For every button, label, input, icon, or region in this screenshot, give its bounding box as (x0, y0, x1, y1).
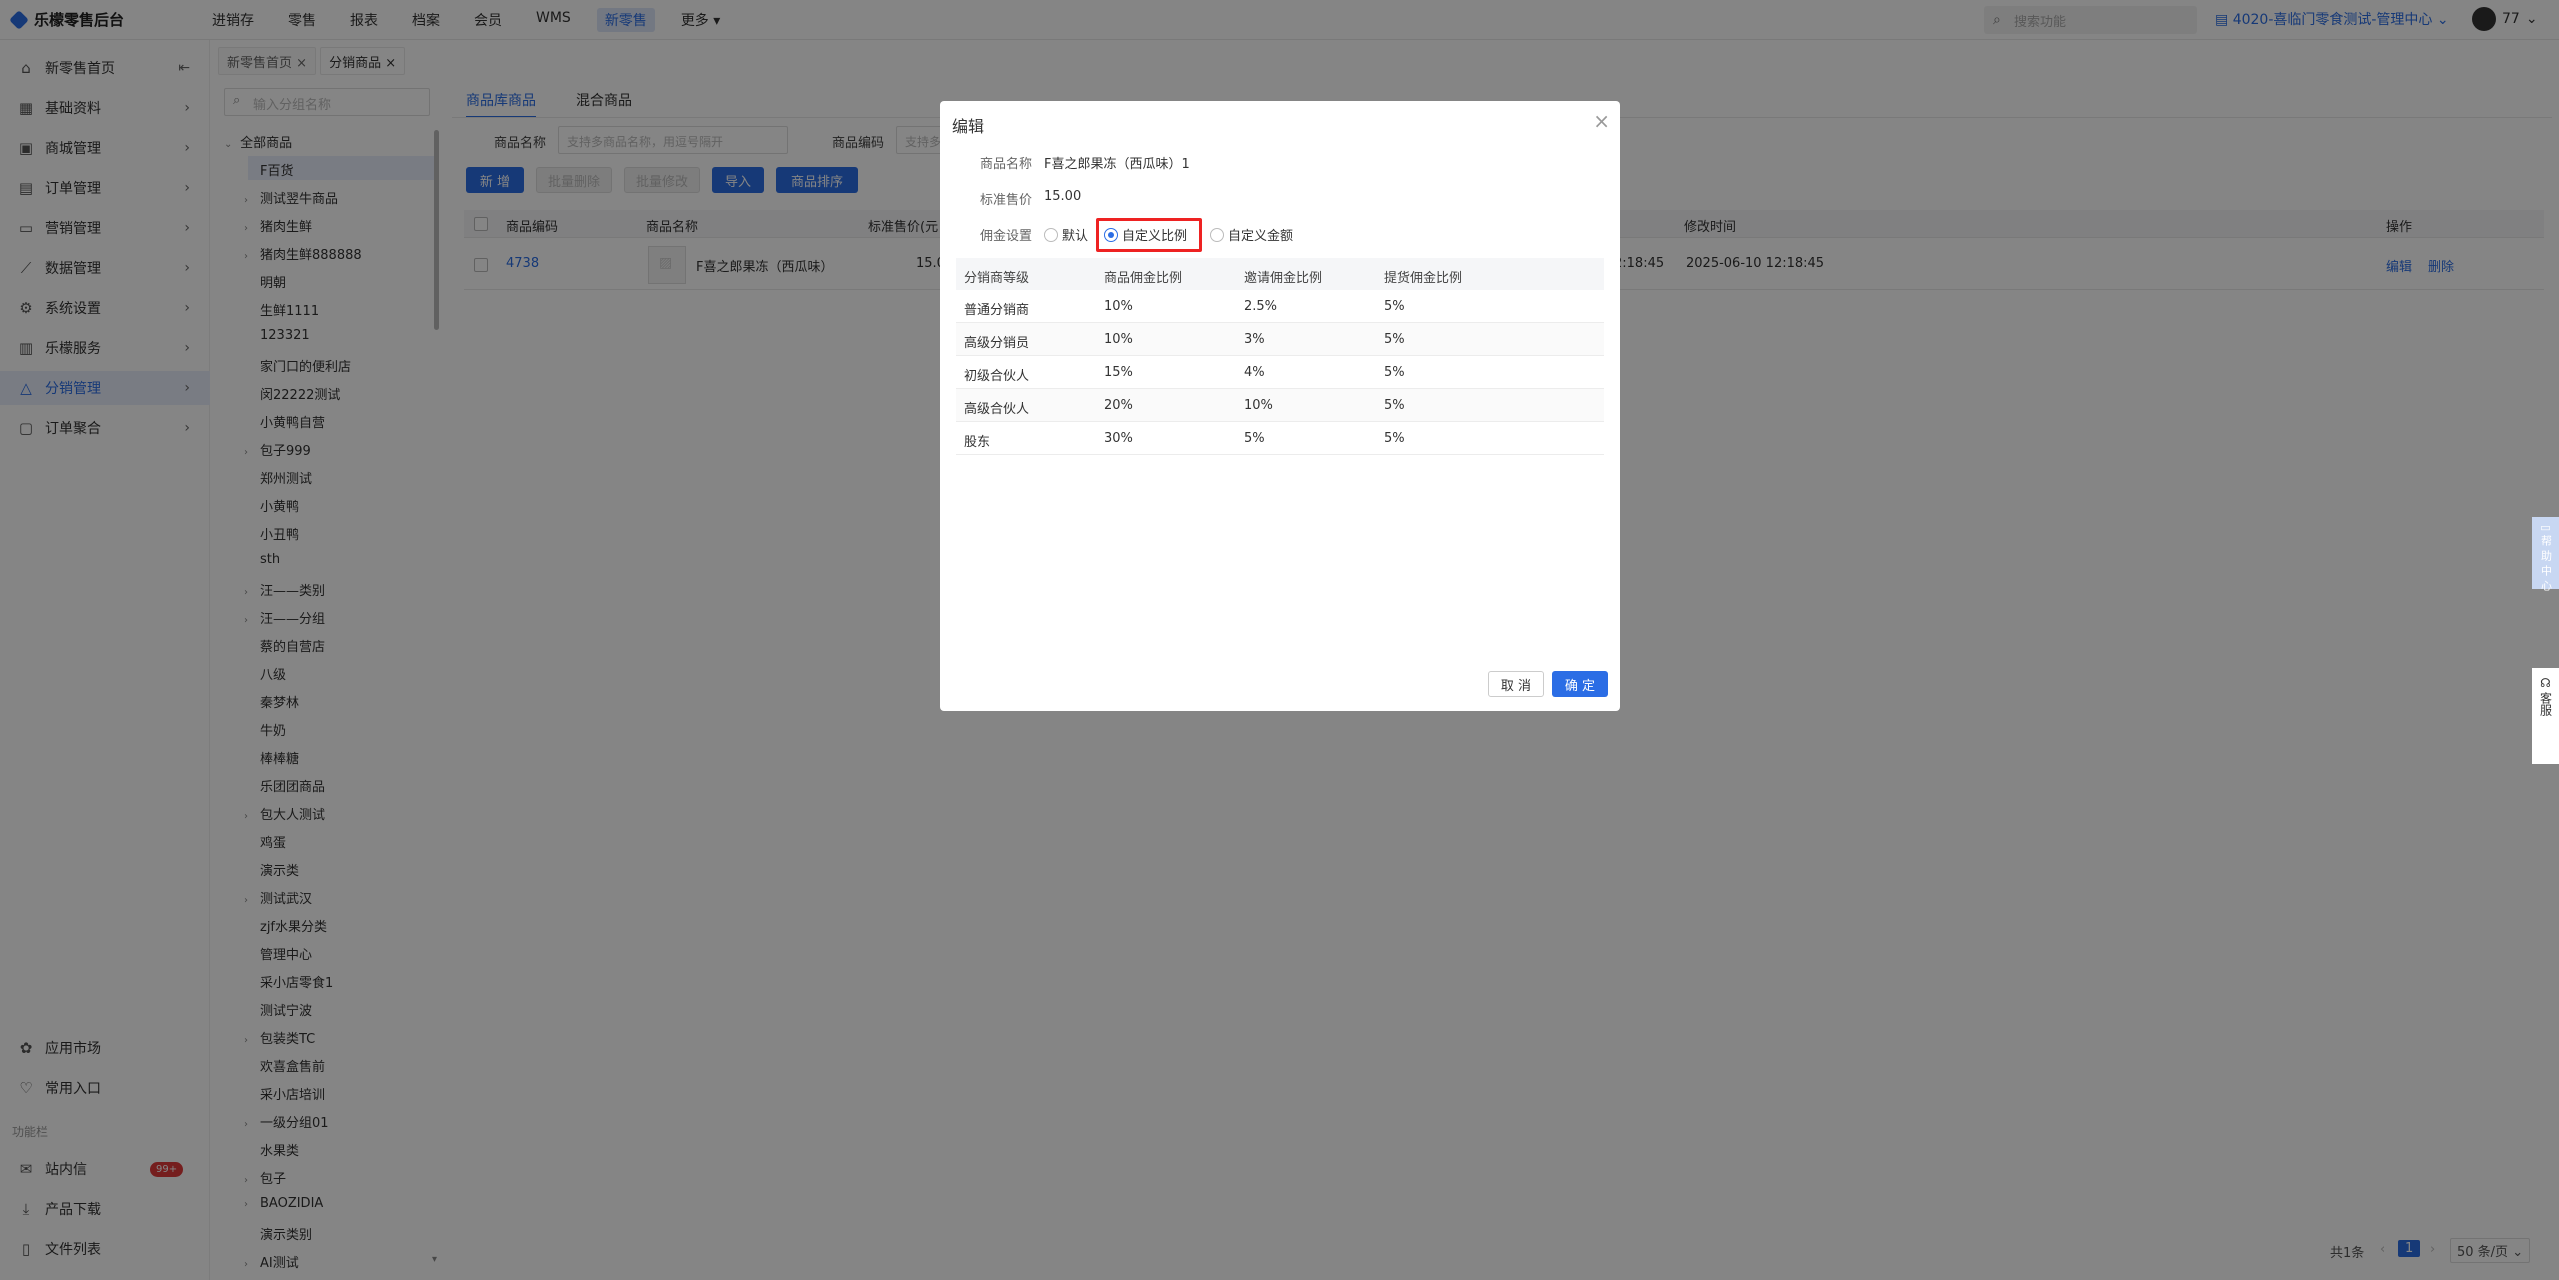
cell-level: 高级合伙人 (964, 402, 1030, 417)
radio-circle (1210, 227, 1224, 242)
col-invite-commission: 邀请佣金比例 (1244, 271, 1323, 286)
product-name-label: 商品名称 (980, 157, 1033, 172)
cell-goods-commission: 10% (1104, 332, 1133, 347)
customer-service-button[interactable]: ☊ 客服 (2532, 668, 2559, 764)
close-icon[interactable]: × (1593, 109, 1610, 133)
cell-invite-commission: 3% (1244, 332, 1265, 347)
radio-label: 自定义金额 (1228, 229, 1294, 244)
col-pickup-commission: 提货佣金比例 (1384, 271, 1463, 286)
help-icon: ▭ (2540, 521, 2551, 534)
commission-row: 初级合伙人 15% 4% 5% (956, 356, 1604, 389)
commission-row: 高级分销员 10% 3% 5% (956, 323, 1604, 356)
highlight-box (1096, 218, 1202, 252)
radio-custom-amount[interactable]: 自定义金额 (1210, 225, 1293, 244)
radio-label: 默认 (1062, 229, 1089, 244)
commission-setting-label: 佣金设置 (980, 229, 1033, 244)
service-label: 客服 (2538, 692, 2553, 716)
price-value: 15.00 (1044, 189, 1082, 204)
edit-commission-dialog: 编辑 × 商品名称 F喜之郎果冻（西瓜味）1 标准售价 15.00 佣金设置 默… (940, 101, 1620, 711)
cell-pickup-commission: 5% (1384, 299, 1405, 314)
cell-level: 高级分销员 (964, 336, 1030, 351)
cell-pickup-commission: 5% (1384, 332, 1405, 347)
cell-level: 普通分销商 (964, 303, 1030, 318)
radio-circle (1044, 227, 1058, 242)
help-center-button[interactable]: ▭ 帮助中心 (2532, 517, 2559, 595)
cell-invite-commission: 5% (1244, 431, 1265, 446)
cell-level: 股东 (964, 435, 991, 450)
cell-pickup-commission: 5% (1384, 365, 1405, 380)
price-label: 标准售价 (980, 193, 1033, 208)
cell-level: 初级合伙人 (964, 369, 1030, 384)
commission-table-header: 分销商等级 商品佣金比例 邀请佣金比例 提货佣金比例 (956, 258, 1604, 290)
confirm-button[interactable]: 确 定 (1552, 671, 1608, 697)
cell-goods-commission: 30% (1104, 431, 1133, 446)
cell-goods-commission: 10% (1104, 299, 1133, 314)
dialog-title: 编辑 (952, 117, 985, 136)
cell-invite-commission: 10% (1244, 398, 1273, 413)
cell-pickup-commission: 5% (1384, 431, 1405, 446)
headset-icon: ☊ (2540, 676, 2551, 690)
col-goods-commission: 商品佣金比例 (1104, 271, 1183, 286)
cell-invite-commission: 4% (1244, 365, 1265, 380)
commission-row: 普通分销商 10% 2.5% 5% (956, 290, 1604, 323)
radio-default[interactable]: 默认 (1044, 225, 1088, 244)
cell-goods-commission: 20% (1104, 398, 1133, 413)
cell-pickup-commission: 5% (1384, 398, 1405, 413)
cell-invite-commission: 2.5% (1244, 299, 1278, 314)
product-name-value: F喜之郎果冻（西瓜味）1 (1044, 157, 1190, 172)
commission-row: 股东 30% 5% 5% (956, 422, 1604, 455)
cell-goods-commission: 15% (1104, 365, 1133, 380)
commission-row: 高级合伙人 20% 10% 5% (956, 389, 1604, 422)
cancel-button[interactable]: 取 消 (1488, 671, 1544, 697)
col-level: 分销商等级 (964, 271, 1030, 286)
help-label: 帮助中心 (2539, 535, 2553, 595)
